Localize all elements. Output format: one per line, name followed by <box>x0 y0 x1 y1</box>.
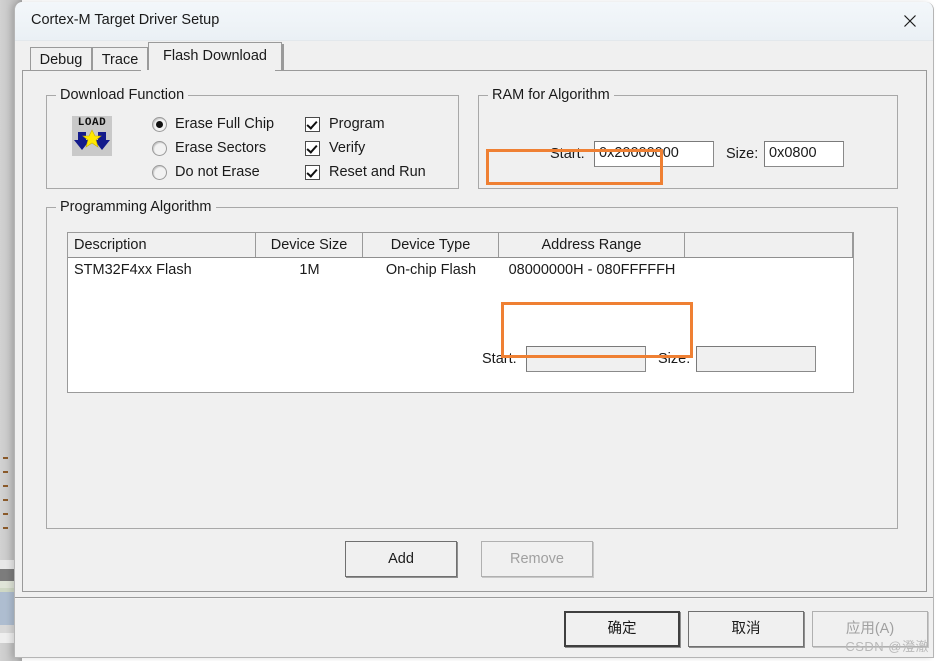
programming-algorithm-group-title: Programming Algorithm <box>56 199 216 215</box>
cell-description: STM32F4xx Flash <box>68 258 256 282</box>
radio-label: Do not Erase <box>175 164 260 180</box>
ram-for-algorithm-group: RAM for Algorithm Start: 0x20000000 Size… <box>478 95 898 189</box>
remove-button: Remove <box>481 541 593 577</box>
cell-blank <box>685 258 853 282</box>
checkbox-label: Verify <box>329 140 365 156</box>
background-ruler-ticks <box>0 455 12 555</box>
algorithm-start-label: Start: <box>482 351 517 367</box>
radio-erase-full-chip[interactable]: Erase Full Chip <box>152 116 274 132</box>
cancel-button[interactable]: 取消 <box>688 611 804 647</box>
ram-size-input[interactable]: 0x0800 <box>764 141 844 167</box>
close-icon[interactable] <box>887 2 933 40</box>
checkmark-icon <box>305 165 320 180</box>
download-function-group-title: Download Function <box>56 87 188 103</box>
ram-for-algorithm-group-title: RAM for Algorithm <box>488 87 614 103</box>
download-function-group: Download Function LOAD Erase Full Chip E <box>46 95 459 189</box>
table-row[interactable]: STM32F4xx Flash 1M On-chip Flash 0800000… <box>68 258 853 282</box>
column-header-description[interactable]: Description <box>68 233 256 257</box>
checkbox-reset-and-run[interactable]: Reset and Run <box>305 164 426 180</box>
radio-label: Erase Sectors <box>175 140 266 156</box>
checkmark-icon <box>305 141 320 156</box>
tab-flash-download[interactable]: Flash Download <box>148 42 282 70</box>
ram-size-label: Size: <box>726 146 758 162</box>
cell-device-size: 1M <box>256 258 363 282</box>
load-icon: LOAD <box>72 116 112 156</box>
algorithm-size-label: Size: <box>658 351 690 367</box>
checkbox-label: Program <box>329 116 385 132</box>
algorithm-size-input[interactable] <box>696 346 816 372</box>
cortex-m-target-driver-setup-dialog: Cortex-M Target Driver Setup Debug Trace… <box>14 2 934 658</box>
cell-device-type: On-chip Flash <box>363 258 499 282</box>
checkbox-label: Reset and Run <box>329 164 426 180</box>
radio-indicator <box>152 165 167 180</box>
title-bar: Cortex-M Target Driver Setup <box>15 2 933 41</box>
flash-download-tab-page: Download Function LOAD Erase Full Chip E <box>22 70 927 592</box>
radio-erase-sectors[interactable]: Erase Sectors <box>152 140 266 156</box>
ram-start-label: Start: <box>550 146 585 162</box>
tab-strip-tail <box>282 44 284 70</box>
table-header-row: Description Device Size Device Type Addr… <box>68 233 853 258</box>
ok-button[interactable]: 确定 <box>564 611 680 647</box>
checkbox-verify[interactable]: Verify <box>305 140 365 156</box>
ram-start-input[interactable]: 0x20000000 <box>594 141 714 167</box>
footer-separator <box>15 597 934 599</box>
checkmark-icon <box>305 117 320 132</box>
tab-trace[interactable]: Trace <box>92 47 148 70</box>
radio-indicator <box>152 141 167 156</box>
column-header-device-type[interactable]: Device Type <box>363 233 499 257</box>
radio-do-not-erase[interactable]: Do not Erase <box>152 164 260 180</box>
column-header-device-size[interactable]: Device Size <box>256 233 363 257</box>
cell-address-range: 08000000H - 080FFFFFH <box>499 258 685 282</box>
column-header-address-range[interactable]: Address Range <box>499 233 685 257</box>
apply-button: 应用(A) <box>812 611 928 647</box>
radio-indicator <box>152 117 167 132</box>
screen: Cortex-M Target Driver Setup Debug Trace… <box>0 0 936 661</box>
tab-debug[interactable]: Debug <box>30 47 92 70</box>
checkbox-program[interactable]: Program <box>305 116 385 132</box>
tab-strip: Debug Trace Flash Download <box>22 42 927 70</box>
add-button[interactable]: Add <box>345 541 457 577</box>
radio-label: Erase Full Chip <box>175 116 274 132</box>
column-header-blank[interactable] <box>685 233 853 257</box>
algorithm-start-input[interactable] <box>526 346 646 372</box>
window-title: Cortex-M Target Driver Setup <box>31 12 219 28</box>
